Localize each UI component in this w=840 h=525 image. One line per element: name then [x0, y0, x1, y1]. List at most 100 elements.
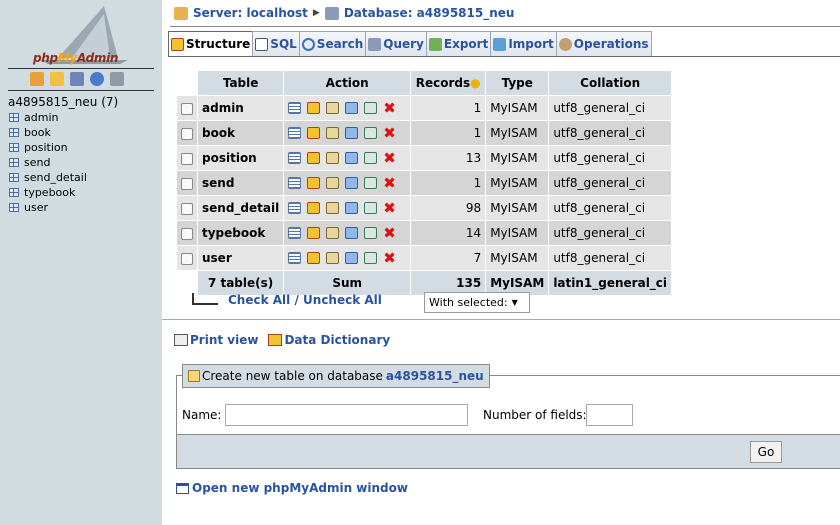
drop-icon[interactable]: ✖	[383, 201, 396, 216]
collation-header[interactable]: Collation	[549, 71, 672, 95]
uncheck-all-link[interactable]: Uncheck All	[303, 293, 382, 307]
insert-icon[interactable]	[345, 227, 359, 239]
search-icon[interactable]	[326, 152, 340, 164]
empty-icon[interactable]	[364, 127, 378, 139]
table-list-item[interactable]: admin	[9, 110, 87, 125]
insert-icon[interactable]	[345, 102, 359, 114]
empty-icon[interactable]	[364, 102, 378, 114]
table-list-item[interactable]: send_detail	[9, 170, 87, 185]
table-icon[interactable]	[9, 128, 19, 137]
database-title[interactable]: a4895815_neu (7)	[8, 95, 118, 109]
table-row[interactable]: send ✖ 1 MyISAM utf8_general_ci	[177, 171, 672, 195]
search-icon[interactable]	[326, 102, 340, 114]
browse-icon[interactable]	[288, 202, 302, 214]
insert-icon[interactable]	[345, 152, 359, 164]
browse-icon[interactable]	[288, 102, 302, 114]
print-view-link[interactable]: Print view	[190, 333, 258, 347]
with-selected-select[interactable]: With selected: ▼	[424, 292, 530, 313]
browse-icon[interactable]	[288, 127, 302, 139]
table-list-item[interactable]: send	[9, 155, 87, 170]
table-list-item[interactable]: user	[9, 200, 87, 215]
table-icon[interactable]	[9, 113, 19, 122]
empty-icon[interactable]	[364, 177, 378, 189]
phpmyadmin-logo[interactable]: phpMyAdmin	[0, 0, 162, 65]
drop-icon[interactable]: ✖	[383, 151, 396, 166]
structure-icon[interactable]	[307, 227, 321, 239]
row-table-name[interactable]: send	[198, 171, 284, 195]
table-icon[interactable]	[9, 158, 19, 167]
structure-icon[interactable]	[307, 127, 321, 139]
table-list-item[interactable]: typebook	[9, 185, 87, 200]
drop-icon[interactable]: ✖	[383, 251, 396, 266]
table-row[interactable]: typebook ✖ 14 MyISAM utf8_general_ci	[177, 221, 672, 245]
insert-icon[interactable]	[345, 252, 359, 264]
row-table-name[interactable]: position	[198, 146, 284, 170]
drop-icon[interactable]: ✖	[383, 126, 396, 141]
insert-icon[interactable]	[345, 202, 359, 214]
drop-icon[interactable]: ✖	[383, 176, 396, 191]
search-icon[interactable]	[326, 252, 340, 264]
table-row[interactable]: user ✖ 7 MyISAM utf8_general_ci	[177, 246, 672, 270]
structure-icon[interactable]	[307, 102, 321, 114]
home-icon[interactable]	[30, 72, 44, 86]
row-table-name[interactable]: user	[198, 246, 284, 270]
insert-icon[interactable]	[345, 177, 359, 189]
docs-icon[interactable]	[90, 72, 104, 86]
empty-icon[interactable]	[364, 152, 378, 164]
browse-icon[interactable]	[288, 152, 302, 164]
table-icon[interactable]	[9, 188, 19, 197]
data-dictionary-link[interactable]: Data Dictionary	[284, 333, 390, 347]
row-table-name[interactable]: send_detail	[198, 196, 284, 220]
structure-icon[interactable]	[307, 252, 321, 264]
row-table-name[interactable]: typebook	[198, 221, 284, 245]
logout-icon[interactable]	[50, 72, 64, 86]
table-name-input[interactable]	[225, 404, 468, 426]
drop-icon[interactable]: ✖	[383, 101, 396, 116]
search-icon[interactable]	[326, 202, 340, 214]
help-bulb-icon[interactable]: ●	[470, 76, 480, 90]
tab-export[interactable]: Export	[425, 31, 492, 56]
table-header[interactable]: Table	[198, 71, 284, 95]
table-row[interactable]: book ✖ 1 MyISAM utf8_general_ci	[177, 121, 672, 145]
tab-structure[interactable]: Structure	[168, 31, 254, 56]
tab-search[interactable]: Search	[298, 31, 367, 56]
table-row[interactable]: admin ✖ 1 MyISAM utf8_general_ci	[177, 96, 672, 120]
number-of-fields-input[interactable]	[586, 404, 633, 426]
sql-docs-icon[interactable]	[110, 72, 124, 86]
row-checkbox[interactable]	[181, 227, 193, 240]
table-row[interactable]: position ✖ 13 MyISAM utf8_general_ci	[177, 146, 672, 170]
type-header[interactable]: Type	[486, 71, 549, 95]
insert-icon[interactable]	[345, 127, 359, 139]
row-checkbox[interactable]	[181, 177, 193, 190]
search-icon[interactable]	[326, 227, 340, 239]
structure-icon[interactable]	[307, 202, 321, 214]
breadcrumb-database[interactable]: Database: a4895815_neu	[344, 6, 515, 20]
table-icon[interactable]	[9, 173, 19, 182]
search-icon[interactable]	[326, 177, 340, 189]
row-checkbox[interactable]	[181, 102, 193, 115]
table-icon[interactable]	[9, 203, 19, 212]
table-icon[interactable]	[9, 143, 19, 152]
table-list-item[interactable]: book	[9, 125, 87, 140]
browse-icon[interactable]	[288, 252, 302, 264]
row-table-name[interactable]: admin	[198, 96, 284, 120]
go-button[interactable]: Go	[750, 441, 782, 463]
row-checkbox[interactable]	[181, 152, 193, 165]
tab-import[interactable]: Import	[490, 31, 557, 56]
row-checkbox[interactable]	[181, 202, 193, 215]
search-icon[interactable]	[326, 127, 340, 139]
row-table-name[interactable]: book	[198, 121, 284, 145]
browse-icon[interactable]	[288, 227, 302, 239]
tab-operations[interactable]: Operations	[555, 31, 652, 56]
empty-icon[interactable]	[364, 227, 378, 239]
empty-icon[interactable]	[364, 202, 378, 214]
structure-icon[interactable]	[307, 177, 321, 189]
empty-icon[interactable]	[364, 252, 378, 264]
records-header[interactable]: Records●	[411, 71, 486, 95]
structure-icon[interactable]	[307, 152, 321, 164]
drop-icon[interactable]: ✖	[383, 226, 396, 241]
open-new-window-link[interactable]: Open new phpMyAdmin window	[192, 481, 408, 495]
query-window-icon[interactable]	[70, 72, 84, 86]
breadcrumb-server[interactable]: Server: localhost	[193, 6, 308, 20]
table-row[interactable]: send_detail ✖ 98 MyISAM utf8_general_ci	[177, 196, 672, 220]
